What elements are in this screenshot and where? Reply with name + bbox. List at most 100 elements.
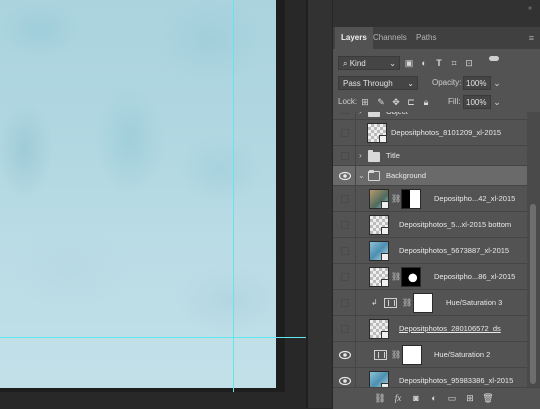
tab-paths[interactable]: Paths <box>416 27 436 49</box>
chevron-down-icon: ⌄ <box>407 79 414 88</box>
folder-icon <box>368 112 380 117</box>
image-canvas[interactable] <box>0 0 276 388</box>
blend-mode-select[interactable]: Pass Through ⌄ <box>338 76 418 90</box>
new-group-icon[interactable]: ▭ <box>445 391 459 405</box>
add-mask-icon[interactable]: ◙ <box>409 391 423 405</box>
filter-kind-select[interactable]: ⌕ Kind ⌄ <box>338 56 400 70</box>
layer-row[interactable]: Depositphotos_8101209_xl-2015 <box>333 120 527 146</box>
link-layers-icon[interactable]: ⛓︎ <box>373 391 387 405</box>
chevron-right-icon[interactable]: › <box>359 146 362 166</box>
layer-row[interactable]: ⛓︎ Depositpho...86_xl-2015 <box>333 264 527 290</box>
eye-icon[interactable] <box>339 376 351 386</box>
clipping-mask-icon: ↲ <box>371 298 378 307</box>
vertical-guide[interactable] <box>233 0 234 392</box>
layer-name: Depositphotos_5673887_xl-2015 <box>399 246 510 255</box>
layer-row[interactable]: ⛓︎ Depositpho...42_xl-2015 <box>333 186 527 212</box>
visibility-toggle[interactable] <box>341 221 349 229</box>
layer-thumbnail <box>367 123 387 143</box>
column-divider <box>355 212 356 237</box>
tab-channels[interactable]: Channels <box>373 27 407 49</box>
hue-saturation-icon <box>374 350 387 360</box>
adjustment-icon[interactable]: ◐ <box>427 391 441 405</box>
lock-transparent-icon[interactable]: ⊞ <box>359 95 371 109</box>
column-divider <box>355 290 356 315</box>
chevron-down-icon[interactable]: ⌄ <box>358 166 365 186</box>
visibility-toggle[interactable] <box>341 247 349 255</box>
canvas-border-bottom <box>0 388 285 392</box>
column-divider <box>355 264 356 289</box>
fx-button[interactable]: fx <box>391 391 405 405</box>
chevron-right-icon[interactable]: › <box>359 112 362 120</box>
layers-footer: ⛓︎ fx ◙ ◐ ▭ ⊞ 🗑︎ <box>333 387 540 409</box>
chevron-down-icon[interactable]: ⌄ <box>491 76 503 90</box>
smart-object-icon <box>379 135 387 143</box>
layers-list[interactable]: › Object Depositphotos_8101209_xl-2015 ›… <box>333 112 540 394</box>
layer-thumbnail <box>369 215 389 235</box>
layer-mask-thumbnail[interactable] <box>413 293 433 313</box>
link-icon[interactable]: ⛓︎ <box>391 194 401 203</box>
opacity-input[interactable]: 100% <box>463 76 491 90</box>
layer-name: Depositpho...42_xl-2015 <box>434 194 516 203</box>
visibility-toggle[interactable] <box>341 112 349 114</box>
panel-menu-icon[interactable]: ≡ <box>529 34 534 43</box>
layer-row[interactable]: ⌄ Background <box>333 166 527 186</box>
smart-object-icon <box>381 253 389 261</box>
layer-row[interactable]: ↲ ⛓︎ Hue/Saturation 3 <box>333 290 527 316</box>
collapse-arrows-icon[interactable]: « <box>528 5 532 12</box>
layer-name: Title <box>386 151 400 160</box>
visibility-toggle[interactable] <box>341 195 349 203</box>
canvas-border-right <box>276 0 285 390</box>
layer-row[interactable]: › Title <box>333 146 527 166</box>
document-canvas-area[interactable] <box>0 0 306 408</box>
layer-row[interactable]: Depositphotos_5...xl-2015 bottom <box>333 212 527 238</box>
filter-shape-icon[interactable]: ⌗ <box>448 56 460 70</box>
trash-icon[interactable]: 🗑︎ <box>481 391 495 405</box>
layer-thumbnail <box>369 319 389 339</box>
eye-icon[interactable] <box>339 350 351 360</box>
lock-position-icon[interactable]: ✥ <box>390 95 402 109</box>
layer-thumbnail <box>369 241 389 261</box>
link-icon[interactable]: ⛓︎ <box>402 298 412 307</box>
layer-mask-thumbnail[interactable] <box>401 189 421 209</box>
column-divider <box>355 186 356 211</box>
visibility-toggle[interactable] <box>341 273 349 281</box>
filter-adjustment-icon[interactable]: ◐ <box>418 56 430 70</box>
layer-row[interactable]: › Object <box>333 112 527 120</box>
eye-icon[interactable] <box>339 171 351 181</box>
chevron-down-icon: ⌄ <box>389 59 396 68</box>
panel-tabs: Layers Channels Paths ≡ <box>333 27 540 49</box>
link-icon[interactable]: ⛓︎ <box>391 350 401 359</box>
visibility-toggle[interactable] <box>341 325 349 333</box>
opacity-label: Opacity: <box>432 78 462 87</box>
visibility-toggle[interactable] <box>341 299 349 307</box>
layer-mask-thumbnail[interactable] <box>401 267 421 287</box>
filter-pixel-icon[interactable]: ▣ <box>403 56 415 70</box>
lock-brush-icon[interactable]: ✎ <box>375 95 387 109</box>
horizontal-guide[interactable] <box>0 337 306 338</box>
filter-type-icon[interactable]: T <box>433 56 445 70</box>
layer-row[interactable]: Depositphotos_280106572_ds <box>333 316 527 342</box>
chevron-down-icon[interactable]: ⌄ <box>491 95 503 109</box>
new-layer-icon[interactable]: ⊞ <box>463 391 477 405</box>
column-divider <box>355 238 356 263</box>
visibility-toggle[interactable] <box>341 129 349 137</box>
hue-saturation-icon <box>384 298 397 308</box>
tab-layers[interactable]: Layers <box>335 27 373 49</box>
link-icon[interactable]: ⛓︎ <box>391 272 401 281</box>
fill-input[interactable]: 100% <box>463 95 491 109</box>
layer-name: Depositphotos_280106572_ds <box>399 324 501 333</box>
scrollbar-thumb[interactable] <box>530 204 536 384</box>
panel-header-bar: « <box>333 0 540 27</box>
column-divider <box>355 342 356 367</box>
visibility-toggle[interactable] <box>341 152 349 160</box>
layer-name: Object <box>386 112 408 120</box>
filter-smart-object-icon[interactable]: ⊡ <box>463 56 475 70</box>
layer-mask-thumbnail[interactable] <box>402 345 422 365</box>
smart-object-icon <box>381 201 389 209</box>
lock-artboard-icon[interactable]: ⊏ <box>405 95 417 109</box>
filter-toggle[interactable] <box>489 56 499 61</box>
layer-row[interactable]: Depositphotos_5673887_xl-2015 <box>333 238 527 264</box>
lock-all-icon[interactable]: 🔒︎ <box>420 95 432 109</box>
layers-scrollbar[interactable] <box>527 112 540 394</box>
layer-row[interactable]: ⛓︎ Hue/Saturation 2 <box>333 342 527 368</box>
